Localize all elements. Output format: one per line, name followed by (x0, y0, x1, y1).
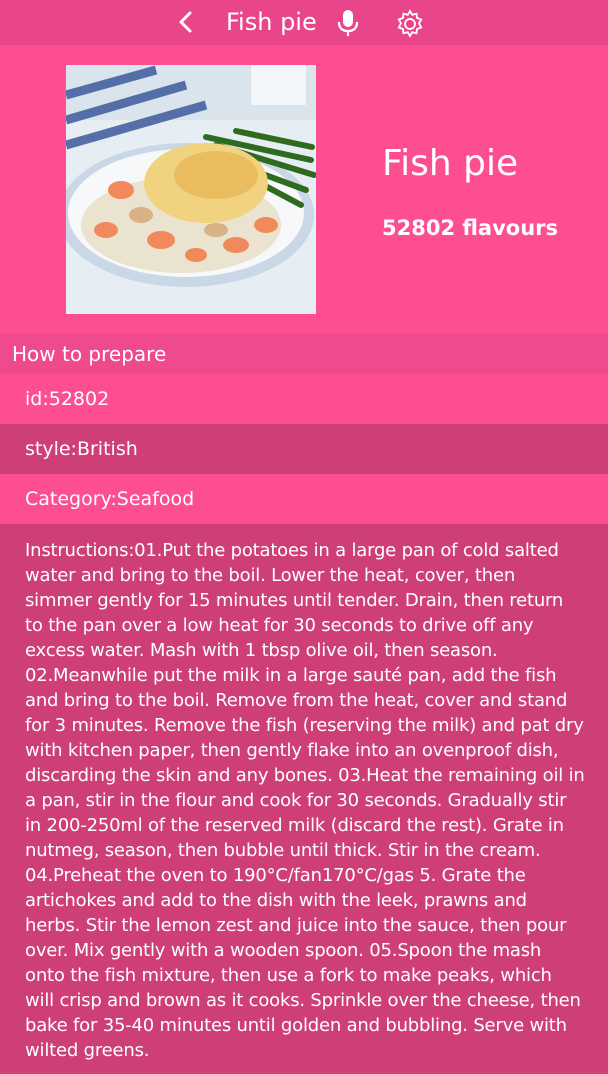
recipe-category: Category:Seafood (25, 488, 195, 510)
recipe-header: Fish pie 52802 flavours (0, 45, 608, 333)
fish-pie-illustration (66, 65, 316, 314)
top-app-bar: Fish pie (0, 0, 608, 45)
section-heading-label: How to prepare (12, 342, 167, 366)
microphone-icon (337, 10, 359, 36)
gear-icon (397, 9, 423, 38)
recipe-image (66, 65, 316, 314)
section-heading: How to prepare (0, 333, 608, 374)
instructions-panel: Instructions:01.Put the potatoes in a la… (0, 524, 608, 1074)
back-button[interactable] (170, 6, 202, 38)
chevron-left-icon (179, 11, 192, 33)
voice-search-button[interactable] (334, 8, 362, 38)
detail-row-style: style:British (0, 424, 608, 474)
detail-row-id: id:52802 (0, 374, 608, 424)
page-title: Fish pie (226, 8, 317, 36)
recipe-style: style:British (25, 438, 138, 460)
recipe-title: Fish pie (382, 143, 519, 184)
instructions-text: Instructions:01.Put the potatoes in a la… (25, 540, 585, 1061)
settings-button[interactable] (394, 8, 426, 40)
recipe-id: id:52802 (25, 388, 110, 410)
flavours-count: 52802 flavours (382, 216, 559, 240)
detail-row-category: Category:Seafood (0, 474, 608, 524)
